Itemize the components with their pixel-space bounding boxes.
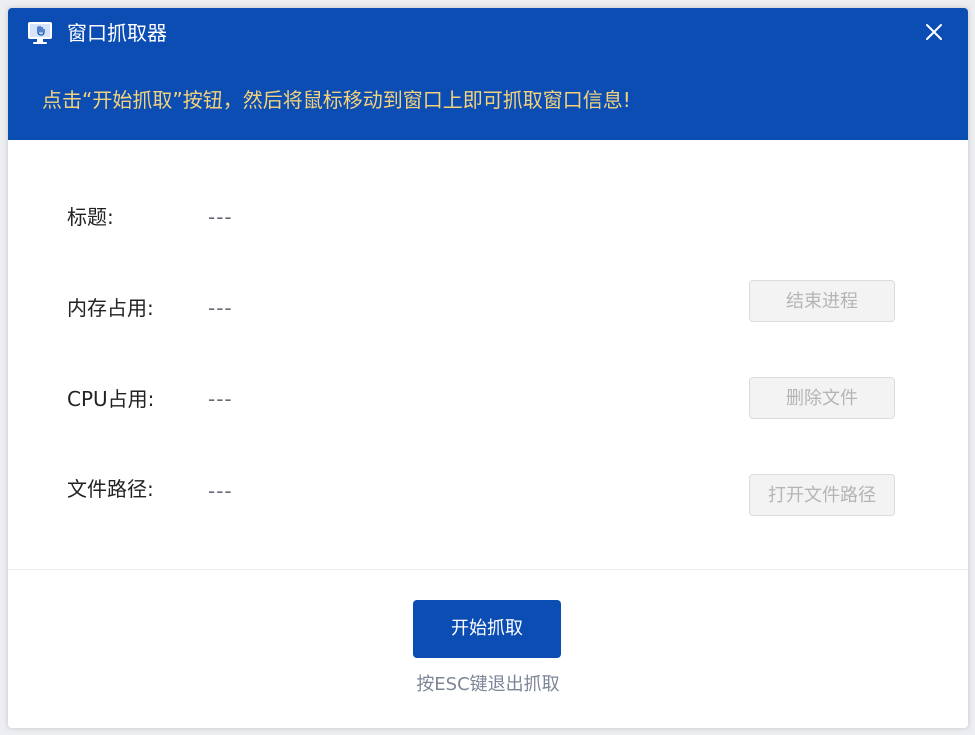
memory-label: 内存占用:	[67, 296, 154, 320]
end-process-button[interactable]: 结束进程	[749, 280, 895, 322]
close-icon[interactable]	[920, 18, 948, 46]
path-label: 文件路径:	[67, 477, 154, 501]
cpu-value: ---	[208, 387, 233, 411]
window-grabber-dialog: 窗口抓取器 点击“开始抓取”按钮，然后将鼠标移动到窗口上即可抓取窗口信息! 标题…	[8, 8, 968, 728]
monitor-hand-icon	[28, 22, 52, 44]
header-bar: 窗口抓取器 点击“开始抓取”按钮，然后将鼠标移动到窗口上即可抓取窗口信息!	[8, 8, 968, 140]
instruction-hint: 点击“开始抓取”按钮，然后将鼠标移动到窗口上即可抓取窗口信息!	[42, 88, 631, 112]
esc-hint: 按ESC键退出抓取	[416, 674, 560, 695]
title-label: 标题:	[67, 205, 114, 229]
start-capture-button[interactable]: 开始抓取	[413, 600, 561, 658]
open-path-button[interactable]: 打开文件路径	[749, 474, 895, 516]
cpu-label: CPU占用:	[67, 387, 155, 411]
path-value: ---	[208, 479, 233, 503]
window-title: 窗口抓取器	[67, 21, 167, 45]
title-value: ---	[208, 205, 233, 229]
delete-file-button[interactable]: 删除文件	[749, 377, 895, 419]
memory-value: ---	[208, 296, 233, 320]
footer-divider	[8, 569, 968, 570]
